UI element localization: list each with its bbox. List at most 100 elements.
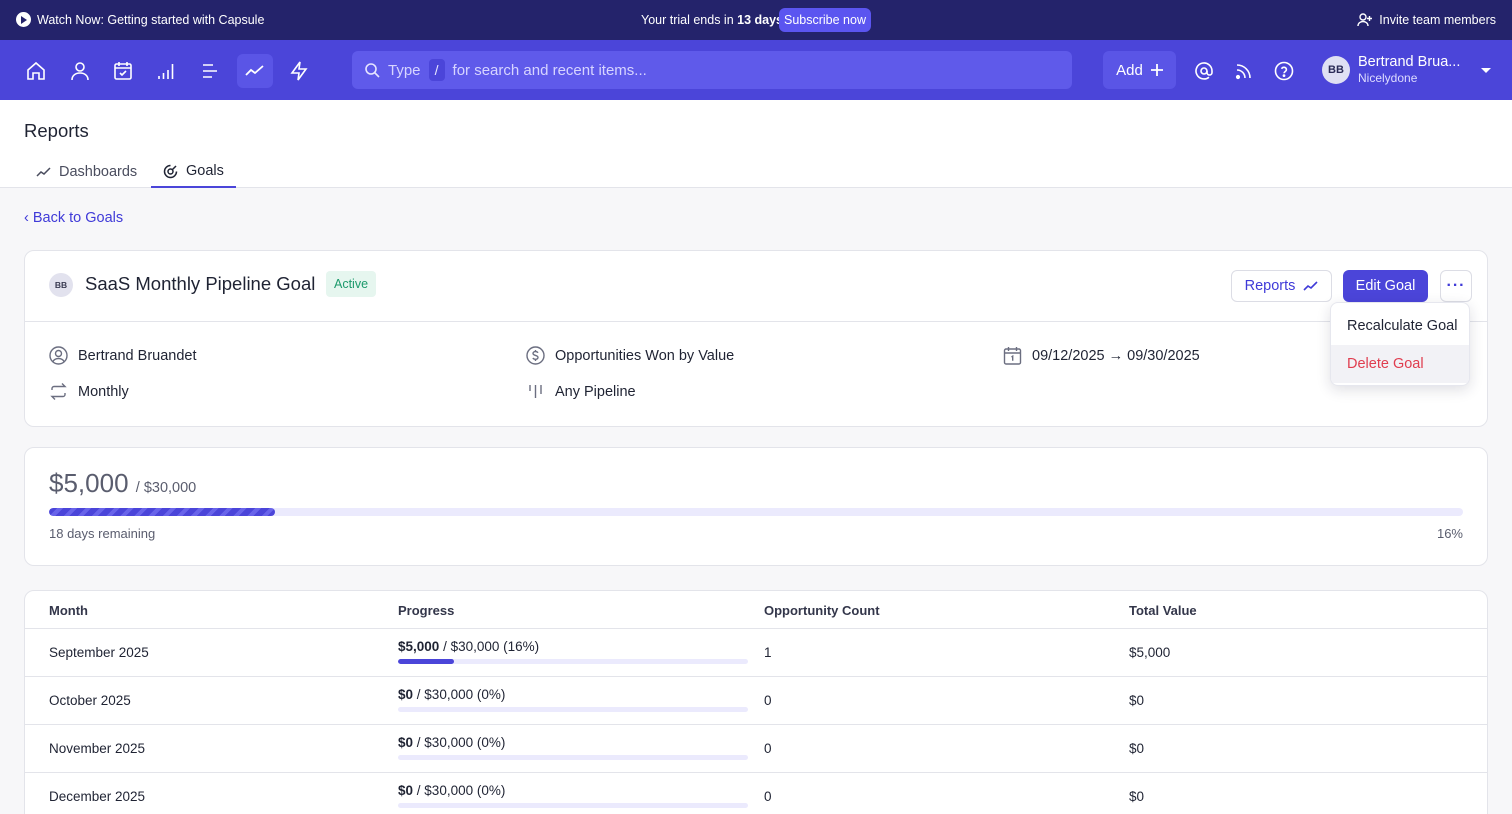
person-icon[interactable] xyxy=(62,54,98,88)
watch-now-text: Watch Now: Getting started with Capsule xyxy=(37,12,265,27)
days-remaining: 18 days remaining xyxy=(49,526,156,541)
column-header-progress: Progress xyxy=(398,603,455,618)
more-options-button[interactable]: ··· xyxy=(1440,270,1472,302)
help-icon[interactable] xyxy=(1266,54,1302,88)
target-value: / $30,000 xyxy=(135,480,197,496)
row-progress-text: $0 / $30,000 (0%) xyxy=(398,735,505,750)
search-icon xyxy=(365,63,380,78)
chevron-down-icon[interactable] xyxy=(1481,68,1491,73)
row-progress-text: $5,000 / $30,000 (16%) xyxy=(398,639,539,654)
user-circle-icon xyxy=(49,346,68,365)
recalculate-goal-menu-item[interactable]: Recalculate Goal xyxy=(1331,307,1469,345)
row-progress-bar xyxy=(398,803,748,808)
at-icon[interactable] xyxy=(1186,54,1222,88)
row-progress-text: $0 / $30,000 (0%) xyxy=(398,687,505,702)
goal-metric: Opportunities Won by Value xyxy=(526,346,734,365)
goal-header: BB SaaS Monthly Pipeline Goal Active Rep… xyxy=(25,251,1487,322)
row-total-value: $5,000 xyxy=(1129,645,1171,660)
rss-icon[interactable] xyxy=(1226,54,1262,88)
row-total-value: $0 xyxy=(1129,741,1145,756)
goal-pipeline: Any Pipeline xyxy=(526,382,636,401)
home-icon[interactable] xyxy=(18,54,54,88)
avatar: BB xyxy=(1322,55,1350,84)
delete-goal-menu-item[interactable]: Delete Goal xyxy=(1331,345,1469,383)
row-month: December 2025 xyxy=(49,789,146,804)
user-menu[interactable]: BB Bertrand Brua... Nicelydone xyxy=(1322,54,1460,85)
slash-key: / xyxy=(428,59,445,81)
list-icon[interactable] xyxy=(192,54,228,88)
trend-line-icon xyxy=(1303,280,1318,291)
lightning-icon[interactable] xyxy=(281,54,317,88)
progress-percent: 16% xyxy=(1436,526,1463,541)
column-header-opportunity-count: Opportunity Count xyxy=(764,603,880,618)
search-prefix: Type xyxy=(388,61,421,79)
row-opportunity-count: 0 xyxy=(764,741,772,756)
progress-bar xyxy=(49,508,1463,516)
metric-value: Opportunities Won by Value xyxy=(555,347,735,364)
row-progress-target: / $30,000 (0%) xyxy=(416,687,506,702)
user-org: Nicelydone xyxy=(1358,71,1418,85)
trend-line-icon[interactable] xyxy=(237,54,273,88)
goal-frequency: Monthly xyxy=(49,382,129,401)
add-label: Add xyxy=(1116,61,1143,79)
goal-icon xyxy=(163,164,178,178)
row-month: October 2025 xyxy=(49,693,131,708)
add-button[interactable]: Add xyxy=(1103,51,1176,89)
calendar-icon xyxy=(1003,347,1022,365)
tab-dashboards[interactable]: Dashboards xyxy=(36,156,149,188)
back-to-goals-link[interactable]: ‹ Back to Goals xyxy=(24,210,123,226)
plus-icon xyxy=(1150,64,1163,76)
current-value: $5,000 xyxy=(49,468,129,498)
date-range-value: 09/12/2025 → 09/30/2025 xyxy=(1032,347,1200,364)
goal-actions-menu: Recalculate Goal Delete Goal xyxy=(1330,302,1470,386)
reports-label: Reports xyxy=(1244,278,1296,294)
bar-chart-icon[interactable] xyxy=(149,54,185,88)
progress-amount: $5,000 / $30,000 xyxy=(49,468,196,499)
row-month: September 2025 xyxy=(49,645,149,660)
search-placeholder: for search and recent items... xyxy=(452,61,647,79)
watch-now-link[interactable]: Watch Now: Getting started with Capsule xyxy=(16,12,264,27)
column-header-total-value: Total Value xyxy=(1129,603,1197,618)
page-title: Reports xyxy=(24,120,89,141)
table-row: October 2025 $0 / $30,000 (0%) 0 $0 xyxy=(25,676,1487,724)
invite-label: Invite team members xyxy=(1379,13,1496,27)
owner-avatar: BB xyxy=(49,273,73,297)
row-progress-current: $5,000 xyxy=(398,639,440,654)
row-progress-bar xyxy=(398,755,748,760)
search-input[interactable]: Type / for search and recent items... xyxy=(352,51,1072,89)
repeat-icon xyxy=(50,383,67,400)
reports-button[interactable]: Reports xyxy=(1231,270,1332,302)
row-progress-current: $0 xyxy=(398,687,414,702)
goal-title: SaaS Monthly Pipeline Goal xyxy=(85,273,316,294)
top-nav: Type / for search and recent items... Ad… xyxy=(0,40,1512,100)
row-opportunity-count: 1 xyxy=(764,645,772,660)
row-progress-bar xyxy=(398,707,748,712)
row-progress-bar-fill xyxy=(398,659,454,664)
frequency-value: Monthly xyxy=(78,383,129,400)
table-row: November 2025 $0 / $30,000 (0%) 0 $0 xyxy=(25,724,1487,772)
table-row: September 2025 $5,000 / $30,000 (16%) 1 $5,… xyxy=(25,628,1487,676)
calendar-check-icon[interactable] xyxy=(105,54,141,88)
progress-summary-card: $5,000 / $30,000 18 days remaining 16% xyxy=(24,447,1488,566)
tab-goals-label: Goals xyxy=(186,163,224,179)
row-progress-current: $0 xyxy=(398,783,414,798)
trend-line-icon xyxy=(36,166,51,177)
row-opportunity-count: 0 xyxy=(764,789,772,804)
tab-goals[interactable]: Goals xyxy=(151,156,236,188)
row-progress-bar xyxy=(398,659,748,664)
trial-prefix: Your trial ends in xyxy=(641,13,734,27)
row-progress-current: $0 xyxy=(398,735,414,750)
dollar-circle-icon xyxy=(526,346,545,365)
row-total-value: $0 xyxy=(1129,789,1145,804)
play-icon xyxy=(16,12,31,27)
row-progress-target: / $30,000 (16%) xyxy=(443,639,540,654)
add-user-icon xyxy=(1357,13,1373,27)
pipeline-icon xyxy=(529,385,542,398)
subscribe-button[interactable]: Subscribe now xyxy=(779,8,871,32)
page-header: Reports Dashboards Goals xyxy=(0,100,1512,188)
row-progress-target: / $30,000 (0%) xyxy=(416,783,506,798)
goal-owner: Bertrand Bruandet xyxy=(49,346,197,365)
edit-goal-button[interactable]: Edit Goal xyxy=(1343,270,1428,302)
table-row: December 2025 $0 / $30,000 (0%) 0 $0 xyxy=(25,772,1487,814)
invite-team-button[interactable]: Invite team members xyxy=(1357,12,1496,28)
